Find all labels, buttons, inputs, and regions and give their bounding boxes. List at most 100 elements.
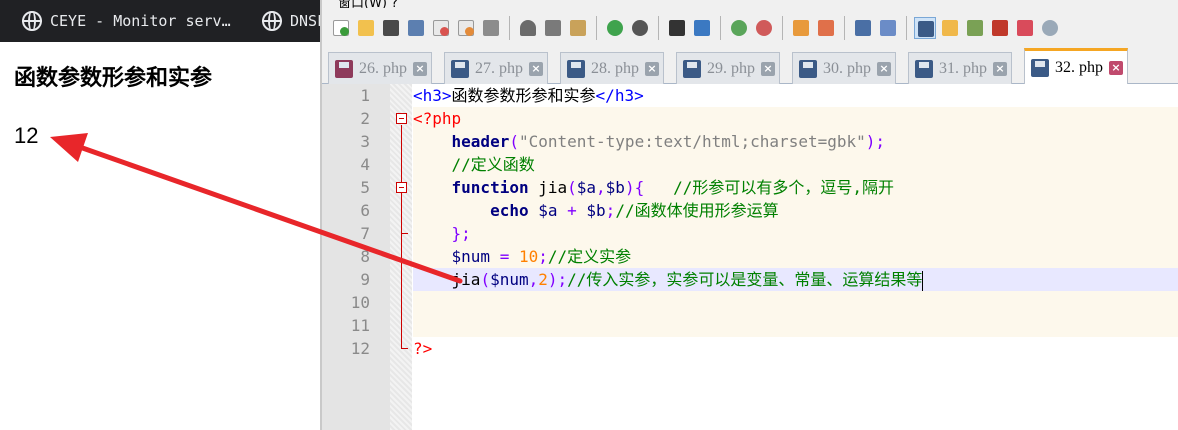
close-tab-icon[interactable]: × bbox=[761, 61, 775, 76]
fold-toggle-icon[interactable] bbox=[396, 113, 407, 124]
browser-tab-dnsl[interactable]: DNSL bbox=[262, 0, 322, 42]
code-line: 6 echo $a + $b;//函数体使用形参运算 bbox=[322, 199, 1178, 222]
save-all-icon[interactable] bbox=[405, 17, 427, 39]
close-tab-icon[interactable]: × bbox=[1109, 60, 1123, 75]
close-tab-icon[interactable]: × bbox=[413, 61, 427, 76]
line-number: 9 bbox=[360, 270, 370, 289]
save-icon[interactable] bbox=[380, 17, 402, 39]
var-num: $num bbox=[451, 247, 491, 266]
close-tab-icon[interactable]: × bbox=[993, 61, 1007, 76]
file-tab-label: 31. php bbox=[939, 59, 987, 77]
line-number: 6 bbox=[360, 201, 370, 220]
close-icon[interactable] bbox=[430, 17, 452, 39]
function-list-icon[interactable] bbox=[989, 17, 1011, 39]
show-all-chars-icon[interactable] bbox=[877, 17, 899, 39]
comma: , bbox=[528, 270, 539, 289]
indent-guide-icon[interactable] bbox=[914, 17, 936, 39]
file-tab-32-active[interactable]: 32. php × bbox=[1024, 48, 1128, 84]
menu-fragment[interactable]: 窗口(W) ? bbox=[338, 0, 398, 8]
sync-v-icon[interactable] bbox=[790, 17, 812, 39]
param-a: $a bbox=[576, 178, 597, 197]
paren: ){ bbox=[624, 178, 645, 197]
print-icon[interactable] bbox=[480, 17, 502, 39]
new-file-icon[interactable] bbox=[330, 17, 352, 39]
line-number: 10 bbox=[350, 293, 370, 312]
code-line: 3 header("Content-type:text/html;charset… bbox=[322, 130, 1178, 153]
line-number: 8 bbox=[360, 247, 370, 266]
assign-operator: = bbox=[490, 247, 519, 266]
undo-icon[interactable] bbox=[604, 17, 626, 39]
file-tab-label: 27. php bbox=[475, 59, 523, 77]
line-number: 12 bbox=[350, 339, 370, 358]
zoom-out-icon[interactable] bbox=[753, 17, 775, 39]
cut-icon[interactable] bbox=[517, 17, 539, 39]
browser-window: CEYE - Monitor serv… DNSL 函数参数形参和实参 12 bbox=[0, 0, 322, 430]
code-line: 1 <h3>函数参数形参和实参</h3> bbox=[322, 84, 1178, 107]
comment: //定义实参 bbox=[547, 247, 632, 266]
page-output-value: 12 bbox=[14, 123, 39, 148]
toolbar-separator bbox=[782, 16, 783, 40]
semicolon: ; bbox=[538, 247, 548, 266]
file-tab-27[interactable]: 27. php × bbox=[444, 52, 548, 84]
zoom-in-icon[interactable] bbox=[728, 17, 750, 39]
var-num: $num bbox=[490, 270, 529, 289]
file-tab-26[interactable]: 26. php × bbox=[328, 52, 432, 84]
sync-h-icon[interactable] bbox=[815, 17, 837, 39]
text-caret bbox=[922, 270, 924, 291]
line-number: 1 bbox=[360, 86, 370, 105]
fold-toggle-icon[interactable] bbox=[396, 182, 407, 193]
php-file-icon bbox=[915, 59, 933, 78]
code-line: 10 bbox=[322, 291, 1178, 314]
toolbar-separator bbox=[596, 16, 597, 40]
close-tab-icon[interactable]: × bbox=[529, 61, 543, 76]
file-tab-28[interactable]: 28. php × bbox=[560, 52, 664, 84]
param-b: $b bbox=[605, 178, 625, 197]
doc-map-icon[interactable] bbox=[964, 17, 986, 39]
toolbar-separator bbox=[658, 16, 659, 40]
paren: ); bbox=[547, 270, 568, 289]
word-wrap-icon[interactable] bbox=[852, 17, 874, 39]
menu-bar: 窗口(W) ? bbox=[322, 0, 1178, 8]
plus-operator: + bbox=[557, 201, 587, 220]
file-tab-29[interactable]: 29. php × bbox=[676, 52, 780, 84]
code-line-current: 9 jia($num,2);//传入实参，实参可以是变量、常量、运算结果等 bbox=[322, 268, 1178, 291]
replace-icon[interactable] bbox=[691, 17, 713, 39]
paren: ); bbox=[865, 132, 886, 151]
browser-tab-label: CEYE - Monitor serv… bbox=[50, 12, 231, 30]
file-tab-30[interactable]: 30. php × bbox=[792, 52, 896, 84]
fold-guide bbox=[401, 125, 402, 349]
line-number: 11 bbox=[350, 316, 370, 335]
close-tab-icon[interactable]: × bbox=[645, 61, 659, 76]
code-line: 5 function jia($a,$b){ //形参可以有多个，逗号,隔开 bbox=[322, 176, 1178, 199]
php-file-icon bbox=[799, 59, 817, 78]
paste-icon[interactable] bbox=[567, 17, 589, 39]
paren: ( bbox=[567, 178, 577, 197]
php-file-icon bbox=[683, 59, 701, 78]
page-heading: 函数参数形参和实参 bbox=[14, 66, 213, 91]
file-tab-label: 32. php bbox=[1055, 58, 1103, 76]
php-file-icon bbox=[335, 59, 353, 78]
file-tab-31[interactable]: 31. php × bbox=[908, 52, 1012, 84]
find-icon[interactable] bbox=[666, 17, 688, 39]
browser-tab-bar: CEYE - Monitor serv… DNSL bbox=[0, 0, 322, 42]
line-number: 4 bbox=[360, 155, 370, 174]
redo-icon[interactable] bbox=[629, 17, 651, 39]
folder-icon[interactable] bbox=[1014, 17, 1036, 39]
function-name: jia bbox=[528, 178, 568, 197]
paren: ( bbox=[509, 132, 519, 151]
editor-toolbar bbox=[322, 8, 1178, 48]
monitor-icon[interactable] bbox=[1039, 17, 1061, 39]
close-all-icon[interactable] bbox=[455, 17, 477, 39]
fold-guide-end bbox=[401, 348, 408, 349]
open-file-icon[interactable] bbox=[355, 17, 377, 39]
globe-icon bbox=[22, 11, 42, 31]
close-tab-icon[interactable]: × bbox=[877, 61, 891, 76]
code-text-area[interactable]: 1 <h3>函数参数形参和实参</h3> 2 <?php 3 header("C… bbox=[322, 84, 1178, 430]
code-line: 8 $num = 10;//定义实参 bbox=[322, 245, 1178, 268]
copy-icon[interactable] bbox=[542, 17, 564, 39]
user-lang-icon[interactable] bbox=[939, 17, 961, 39]
file-tab-label: 28. php bbox=[591, 59, 639, 77]
toolbar-separator bbox=[720, 16, 721, 40]
php-open-tag: <?php bbox=[413, 109, 462, 128]
browser-tab-ceye[interactable]: CEYE - Monitor serv… bbox=[22, 0, 252, 42]
